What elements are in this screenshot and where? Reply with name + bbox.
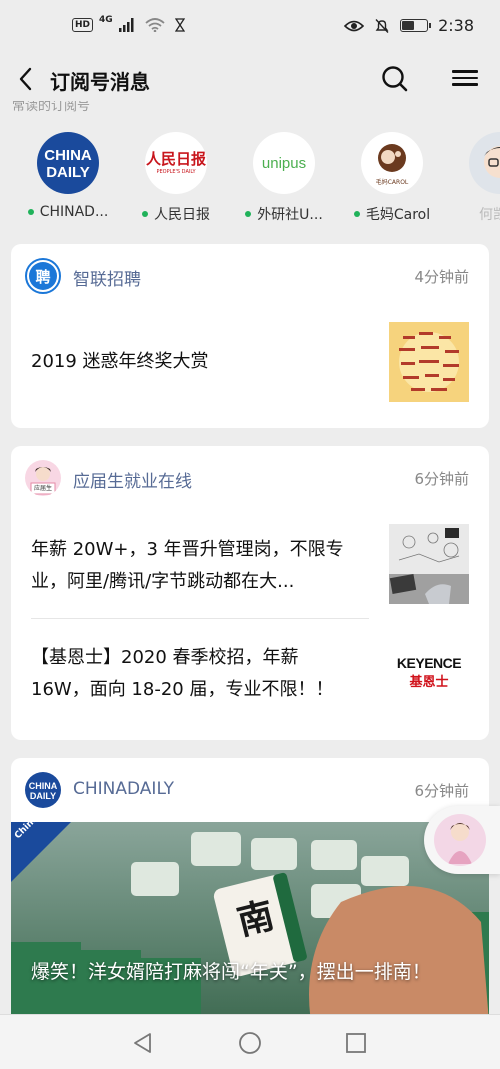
- article-item[interactable]: 2019 迷惑年终奖大赏: [31, 322, 469, 404]
- menu-icon: [452, 70, 478, 73]
- online-dot: [27, 209, 34, 215]
- source-name[interactable]: CHINADAILY: [73, 779, 174, 799]
- source-name[interactable]: 应届生就业在线: [73, 467, 192, 492]
- nav-recents-button[interactable]: [343, 1030, 369, 1056]
- floating-window[interactable]: [424, 806, 500, 874]
- article-title: 2019 迷惑年终奖大赏: [31, 351, 209, 372]
- chinadaily-logo[interactable]: CHINA DAILY: [25, 772, 61, 808]
- frequent-label: 常读的订阅号: [12, 101, 91, 113]
- message-time: 6分钟前: [414, 470, 469, 488]
- svg-text:CHINA: CHINA: [29, 781, 58, 791]
- cover-image[interactable]: China Daily 南 爆笑！洋女婿陪打麻将闯“年关”，摆出一排南！: [11, 822, 489, 1022]
- mute-bell-icon: [375, 18, 389, 33]
- circle-home-icon: [239, 1032, 261, 1054]
- article-thumbnail: [389, 524, 469, 604]
- hd-badge: HD: [72, 18, 94, 32]
- system-nav-bar: [0, 1014, 500, 1069]
- frequent-account-maoma[interactable]: 毛妈CAROL 毛妈Carol: [340, 132, 444, 224]
- online-dot: [245, 211, 252, 217]
- nav-back-button[interactable]: [130, 1030, 156, 1056]
- back-button[interactable]: [16, 66, 36, 99]
- menu-button[interactable]: [452, 66, 478, 92]
- square-recents-icon: [346, 1033, 366, 1053]
- battery-icon: [400, 19, 432, 32]
- article-item[interactable]: 【基恩士】2020 春季校招，年薪 16W，面向 18-20 届，专业不限！！ …: [31, 632, 469, 714]
- yingjiesheng-logo[interactable]: 应届生: [25, 460, 61, 496]
- network-label: 4G: [99, 15, 113, 25]
- source-name[interactable]: 智联招聘: [73, 265, 141, 290]
- article-thumbnail: [389, 322, 469, 402]
- peoples-daily-logo: 人民日报 PEOPLE'S DAILY: [145, 132, 207, 194]
- online-dot: [353, 211, 360, 217]
- unipus-logo: unipus: [253, 132, 315, 194]
- wifi-icon: [145, 18, 165, 32]
- message-time: 6分钟前: [414, 782, 469, 800]
- nav-home-button[interactable]: [237, 1030, 263, 1056]
- signal-icon: [118, 18, 134, 32]
- clock: 2:38: [438, 16, 474, 35]
- search-icon: [382, 66, 408, 92]
- article-title: 【基恩士】2020 春季校招，年薪 16W，面向 18-20 届，专业不限！！: [31, 647, 334, 700]
- divider: [31, 618, 369, 619]
- message-card-chinadaily[interactable]: CHINA DAILY CHINADAILY 6分钟前 南 爆笑！洋女婿陪打麻将…: [11, 758, 489, 1058]
- eye-icon: [344, 20, 365, 31]
- chinadaily-logo: CHINA DAILY: [37, 132, 99, 194]
- svg-text:DAILY: DAILY: [30, 791, 56, 801]
- cover-title: 爆笑！洋女婿陪打麻将闯“年关”，摆出一排南！: [31, 961, 431, 983]
- maoma-logo: 毛妈CAROL: [361, 132, 423, 194]
- online-dot: [142, 211, 148, 217]
- message-card-zhilian[interactable]: 聘 智联招聘 4分钟前 2019 迷惑年终奖大赏: [11, 244, 489, 428]
- chevron-left-icon: [19, 67, 32, 91]
- frequent-account-hekaiwen[interactable]: 何凯文: [448, 132, 500, 224]
- frequent-account-unipus[interactable]: unipus 外研社U...: [232, 132, 336, 224]
- svg-text:CHINA: CHINA: [44, 147, 92, 164]
- frequent-account-chinadaily[interactable]: CHINA DAILY CHINAD...: [16, 132, 120, 220]
- hekaiwen-avatar: [469, 132, 500, 194]
- article-thumbnail: KEYENCE 基恩士: [389, 632, 469, 712]
- svg-text:DAILY: DAILY: [46, 164, 90, 181]
- article-item[interactable]: 年薪 20W+，3 年晋升管理岗，不限专业，阿里/腾讯/字节跳动都在大...: [31, 524, 469, 606]
- zhilian-logo[interactable]: 聘: [25, 258, 61, 294]
- frequent-account-peoples-daily[interactable]: 人民日报 PEOPLE'S DAILY 人民日报: [124, 132, 228, 224]
- triangle-back-icon: [134, 1033, 151, 1053]
- page-title: 订阅号消息: [50, 70, 150, 94]
- frequent-accounts: CHINA DAILY CHINAD... 人民日报 PEOPLE'S DAIL…: [0, 132, 500, 227]
- hourglass-icon: [174, 18, 185, 32]
- search-button[interactable]: [380, 64, 410, 94]
- title-bar: 订阅号消息: [0, 56, 500, 106]
- article-title: 年薪 20W+，3 年晋升管理岗，不限专业，阿里/腾讯/字节跳动都在大...: [31, 539, 344, 592]
- message-time: 4分钟前: [414, 268, 469, 286]
- floating-thumbnail: [434, 814, 486, 866]
- status-bar: HD 4G 2:38: [0, 0, 500, 56]
- message-card-yingjiesheng[interactable]: 应届生 应届生就业在线 6分钟前 年薪 20W+，3 年晋升管理岗，不限专业，阿…: [11, 446, 489, 740]
